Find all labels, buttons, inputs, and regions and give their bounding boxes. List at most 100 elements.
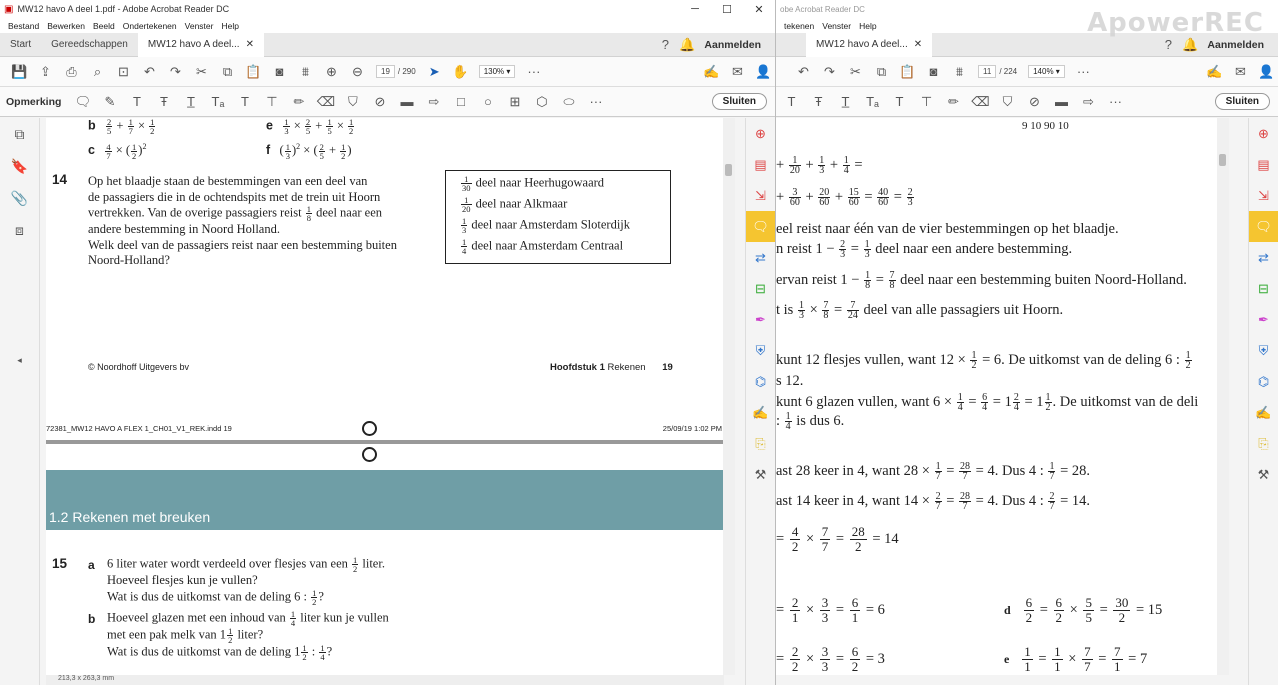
copy-icon[interactable]: ⧉ <box>216 61 239 83</box>
undo-icon[interactable]: ↶ <box>792 61 815 83</box>
attach-icon[interactable]: ⊘ <box>368 91 391 113</box>
add-text-icon[interactable]: T <box>888 91 911 113</box>
cut-icon[interactable]: ✂ <box>844 61 867 83</box>
screenshot-icon[interactable]: ◙ <box>268 61 291 83</box>
export-pdf-icon[interactable]: ⇲ <box>1249 180 1278 211</box>
copy-icon[interactable]: ⧉ <box>870 61 893 83</box>
zoom-select[interactable]: 130% ▾ <box>478 65 516 78</box>
vertical-scrollbar[interactable] <box>1217 118 1229 675</box>
menu-ondertekenen[interactable]: tekenen <box>784 21 814 31</box>
scan-icon[interactable]: ⌬ <box>746 366 775 397</box>
page-down-icon[interactable]: ⊖ <box>346 61 369 83</box>
more-tools-icon[interactable]: ⚒ <box>746 459 775 490</box>
mail-icon[interactable]: ✉ <box>1229 61 1252 83</box>
textbox-icon[interactable]: ⊤ <box>915 91 938 113</box>
add-text-icon[interactable]: T <box>233 91 256 113</box>
sign-pen-icon[interactable]: ✍ <box>1203 61 1226 83</box>
layers-icon[interactable]: ⧈ <box>0 214 39 246</box>
bell-icon[interactable]: 🔔 <box>1179 37 1201 53</box>
menu-ondertekenen[interactable]: Ondertekenen <box>123 21 177 31</box>
line-icon[interactable]: ▬ <box>395 91 418 113</box>
send-review-icon[interactable]: ⎘ <box>746 428 775 459</box>
stamp-icon[interactable]: ⛉ <box>996 91 1019 113</box>
tab-document[interactable]: MW12 havo A deel... ✕ <box>806 32 933 57</box>
redo-icon[interactable]: ↷ <box>818 61 841 83</box>
undo-icon[interactable]: ↶ <box>138 61 161 83</box>
strikethrough-icon[interactable]: Ŧ <box>807 91 830 113</box>
protect-icon[interactable]: ⛨ <box>1249 335 1278 366</box>
tab-start[interactable]: Start <box>0 33 41 57</box>
compare-icon[interactable]: ⩩ <box>294 61 317 83</box>
more-tools-icon[interactable]: ⚒ <box>1249 459 1278 490</box>
create-pdf-icon[interactable]: ⊕ <box>746 118 775 149</box>
upload-icon[interactable]: ⇪ <box>34 61 57 83</box>
polygon-icon[interactable]: ⬡ <box>530 91 553 113</box>
sign-icon[interactable]: ✍ <box>746 397 775 428</box>
tab-close-icon[interactable]: ✕ <box>914 33 922 57</box>
eraser-icon[interactable]: ⌫ <box>969 91 992 113</box>
stamp-icon[interactable]: ⛉ <box>341 91 364 113</box>
vertical-scrollbar[interactable] <box>723 118 735 675</box>
line-icon[interactable]: ▬ <box>1050 91 1073 113</box>
bookmark-icon[interactable]: 🔖 <box>0 150 39 182</box>
strikethrough-icon[interactable]: Ŧ <box>152 91 175 113</box>
create-pdf-icon[interactable]: ⊕ <box>1249 118 1278 149</box>
menu-help[interactable]: Help <box>859 21 876 31</box>
comment-tool-icon[interactable]: 🗨 <box>746 211 775 242</box>
cut-icon[interactable]: ✂ <box>190 61 213 83</box>
eraser-icon[interactable]: ⌫ <box>314 91 337 113</box>
attachment-icon[interactable]: 📎 <box>0 182 39 214</box>
fill-sign-icon[interactable]: ✒ <box>1249 304 1278 335</box>
close-comment-button[interactable]: Sluiten <box>711 93 767 110</box>
find-icon[interactable]: ⊡ <box>112 61 135 83</box>
save-icon[interactable]: 💾 <box>8 61 31 83</box>
underline-text-icon[interactable]: T <box>780 91 803 113</box>
sticky-note-icon[interactable]: 🗨 <box>71 91 94 113</box>
arrow-icon[interactable]: ⇨ <box>422 91 445 113</box>
highlight-icon[interactable]: ✎ <box>98 91 121 113</box>
replace-text-icon[interactable]: T̲ <box>834 91 857 113</box>
arrow-icon[interactable]: ⇨ <box>1077 91 1100 113</box>
more-shapes-icon[interactable]: ··· <box>1104 91 1127 113</box>
close-window-button[interactable]: ✕ <box>743 3 775 16</box>
help-icon[interactable]: ? <box>654 37 676 52</box>
hand-icon[interactable]: ✋ <box>449 61 472 83</box>
sign-in-button[interactable]: Aanmelden <box>698 39 775 51</box>
tab-document[interactable]: MW12 havo A deel... ✕ <box>137 32 264 57</box>
more-icon[interactable]: ··· <box>522 61 545 83</box>
combine-icon[interactable]: ⇄ <box>1249 242 1278 273</box>
menu-help[interactable]: Help <box>221 21 238 31</box>
compare-icon[interactable]: ⩩ <box>948 61 971 83</box>
menu-bestand[interactable]: Bestand <box>8 21 39 31</box>
help-icon[interactable]: ? <box>1157 37 1179 52</box>
page-up-icon[interactable]: ⊕ <box>320 61 343 83</box>
page-number-input[interactable]: 11 <box>978 65 997 78</box>
menu-bewerken[interactable]: Bewerken <box>47 21 85 31</box>
sign-in-button[interactable]: Aanmelden <box>1201 39 1278 51</box>
sign-icon[interactable]: ✍ <box>1249 397 1278 428</box>
close-comment-button[interactable]: Sluiten <box>1214 93 1270 110</box>
rectangle-icon[interactable]: □ <box>449 91 472 113</box>
oval-icon[interactable]: ○ <box>476 91 499 113</box>
search-icon[interactable]: ⌕ <box>86 61 109 83</box>
insert-text-icon[interactable]: Tₐ <box>861 91 884 113</box>
print-icon[interactable]: ⎙ <box>60 61 83 83</box>
maximize-button[interactable]: ☐ <box>711 3 743 16</box>
organize-pages-icon[interactable]: ⊟ <box>746 273 775 304</box>
screenshot-icon[interactable]: ◙ <box>922 61 945 83</box>
mail-icon[interactable]: ✉ <box>726 61 749 83</box>
redo-icon[interactable]: ↷ <box>164 61 187 83</box>
zoom-select[interactable]: 140% ▾ <box>1028 65 1065 78</box>
paste-icon[interactable]: 📋 <box>896 61 919 83</box>
more-shapes-icon[interactable]: ··· <box>584 91 607 113</box>
pencil-icon[interactable]: ✏ <box>287 91 310 113</box>
underline-text-icon[interactable]: T <box>125 91 148 113</box>
collapse-left-icon[interactable]: ◂ <box>0 344 39 376</box>
attach-icon[interactable]: ⊘ <box>1023 91 1046 113</box>
pencil-icon[interactable]: ✏ <box>942 91 965 113</box>
menu-venster[interactable]: Venster <box>822 21 851 31</box>
share-user-icon[interactable]: 👤 <box>752 61 775 83</box>
protect-icon[interactable]: ⛨ <box>746 335 775 366</box>
replace-text-icon[interactable]: T̲ <box>179 91 202 113</box>
cloud-icon[interactable]: ⬭ <box>557 91 580 113</box>
